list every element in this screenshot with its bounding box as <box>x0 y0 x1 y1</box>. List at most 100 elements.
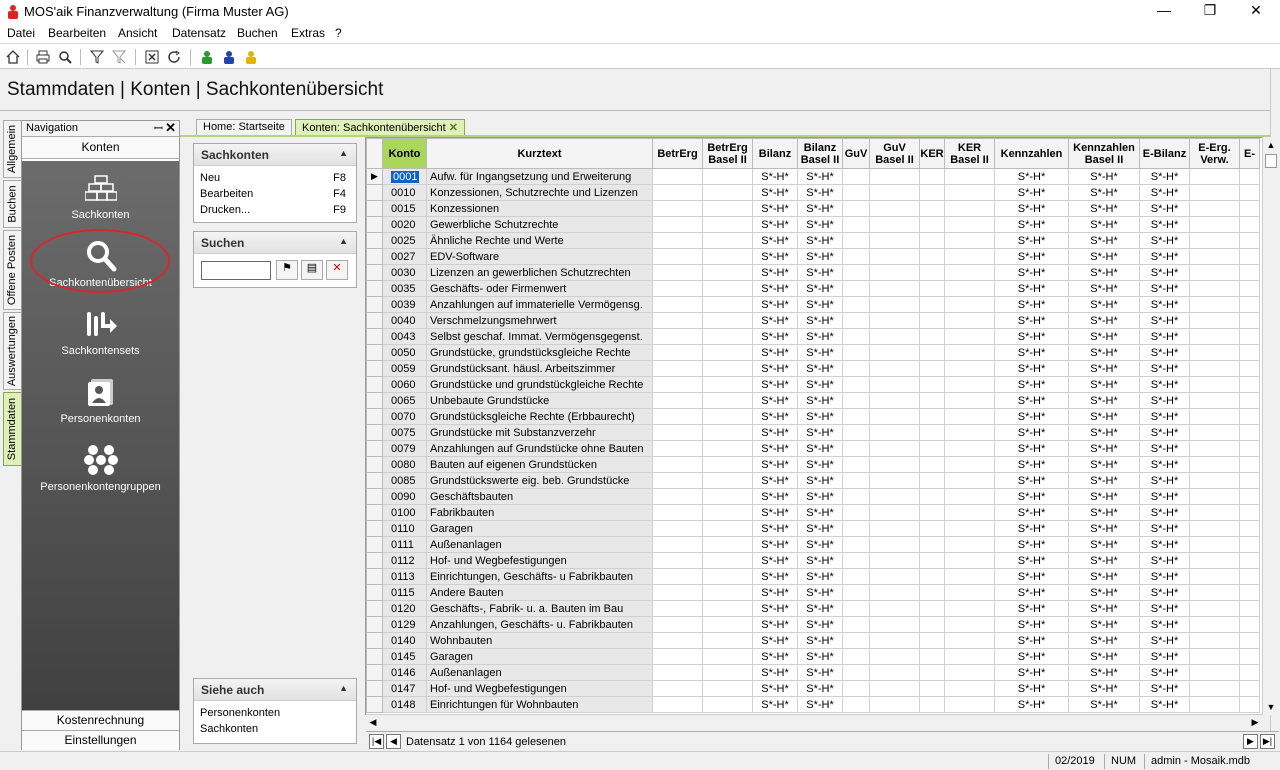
column-header[interactable]: Konto <box>382 138 427 169</box>
cell-konto[interactable]: 0050 <box>382 344 427 361</box>
filter-icon[interactable] <box>88 48 106 66</box>
cell-empty[interactable] <box>869 680 920 697</box>
vtab-allgemein[interactable]: Allgemein <box>3 120 22 178</box>
cell-empty[interactable] <box>944 280 995 297</box>
row-indicator[interactable] <box>366 184 383 201</box>
row-indicator[interactable] <box>366 344 383 361</box>
cell-flag[interactable]: S*-H* <box>752 360 798 377</box>
cell-empty[interactable] <box>1189 488 1240 505</box>
cell-flag[interactable]: S*-H* <box>752 200 798 217</box>
cell-konto[interactable]: 0060 <box>382 376 427 393</box>
cell-empty[interactable] <box>652 312 703 329</box>
cell-flag[interactable]: S*-H* <box>1139 168 1190 185</box>
cell-flag[interactable]: S*-H* <box>994 296 1069 313</box>
cell-flag[interactable]: S*-H* <box>797 360 843 377</box>
column-header[interactable]: Bilanz Basel II <box>797 138 843 169</box>
next-record-icon[interactable]: ▶ <box>1243 734 1258 749</box>
cell-empty[interactable] <box>944 696 995 713</box>
cell-empty[interactable] <box>652 568 703 585</box>
cell-empty[interactable] <box>1239 264 1260 281</box>
cell-empty[interactable] <box>919 408 945 425</box>
cell-empty[interactable] <box>1189 664 1240 681</box>
cell-flag[interactable]: S*-H* <box>797 424 843 441</box>
cell-flag[interactable]: S*-H* <box>1139 184 1190 201</box>
row-indicator[interactable] <box>366 360 383 377</box>
cell-empty[interactable] <box>842 648 870 665</box>
cell-empty[interactable] <box>869 232 920 249</box>
column-header[interactable]: BetrErg Basel II <box>702 138 753 169</box>
cell-empty[interactable] <box>919 616 945 633</box>
cell-flag[interactable]: S*-H* <box>1139 232 1190 249</box>
cell-empty[interactable] <box>652 504 703 521</box>
cell-flag[interactable]: S*-H* <box>1068 360 1140 377</box>
cell-empty[interactable] <box>1239 216 1260 233</box>
cell-flag[interactable]: S*-H* <box>797 232 843 249</box>
cell-empty[interactable] <box>652 392 703 409</box>
row-indicator[interactable] <box>366 600 383 617</box>
cell-flag[interactable]: S*-H* <box>752 328 798 345</box>
cell-empty[interactable] <box>652 280 703 297</box>
search-clear-icon[interactable]: ✕ <box>326 260 348 280</box>
refresh-icon[interactable] <box>165 48 183 66</box>
cell-flag[interactable]: S*-H* <box>994 440 1069 457</box>
scroll-up-icon[interactable]: ▲ <box>1263 137 1279 153</box>
cell-konto[interactable]: 0015 <box>382 200 427 217</box>
cell-empty[interactable] <box>842 488 870 505</box>
cell-empty[interactable] <box>702 312 753 329</box>
cell-flag[interactable]: S*-H* <box>994 648 1069 665</box>
cell-empty[interactable] <box>869 376 920 393</box>
column-header[interactable]: KER <box>919 138 945 169</box>
preview-icon[interactable] <box>56 48 74 66</box>
cell-empty[interactable] <box>702 232 753 249</box>
row-indicator[interactable] <box>366 568 383 585</box>
vtab-offene-posten[interactable]: Offene Posten <box>3 230 22 310</box>
cell-empty[interactable] <box>944 408 995 425</box>
cell-flag[interactable]: S*-H* <box>1139 200 1190 217</box>
cell-empty[interactable] <box>919 168 945 185</box>
cell-flag[interactable]: S*-H* <box>752 664 798 681</box>
cell-empty[interactable] <box>869 600 920 617</box>
cell-empty[interactable] <box>919 504 945 521</box>
cell-flag[interactable]: S*-H* <box>994 568 1069 585</box>
cell-empty[interactable] <box>1239 504 1260 521</box>
cell-flag[interactable]: S*-H* <box>1068 520 1140 537</box>
cell-empty[interactable] <box>702 600 753 617</box>
cell-flag[interactable]: S*-H* <box>1139 472 1190 489</box>
cell-flag[interactable]: S*-H* <box>1139 344 1190 361</box>
cell-empty[interactable] <box>1189 328 1240 345</box>
cell-empty[interactable] <box>842 376 870 393</box>
cell-flag[interactable]: S*-H* <box>1139 648 1190 665</box>
scroll-right-icon[interactable]: ▶ <box>1248 715 1262 730</box>
cell-konto[interactable]: 0100 <box>382 504 427 521</box>
cell-konto[interactable]: 0111 <box>382 536 427 553</box>
cell-empty[interactable] <box>919 472 945 489</box>
cell-empty[interactable] <box>869 392 920 409</box>
cell-empty[interactable] <box>1189 600 1240 617</box>
cell-empty[interactable] <box>919 456 945 473</box>
cell-flag[interactable]: S*-H* <box>1068 568 1140 585</box>
menu-datensatz[interactable]: Datensatz <box>172 26 226 40</box>
column-header[interactable]: KER Basel II <box>944 138 995 169</box>
cell-empty[interactable] <box>1189 392 1240 409</box>
cell-empty[interactable] <box>869 552 920 569</box>
cell-empty[interactable] <box>842 344 870 361</box>
cell-kurztext[interactable]: Ähnliche Rechte und Werte <box>426 232 653 249</box>
cell-empty[interactable] <box>842 504 870 521</box>
search-input[interactable] <box>201 261 271 280</box>
row-indicator[interactable] <box>366 280 383 297</box>
cell-empty[interactable] <box>1189 168 1240 185</box>
cell-empty[interactable] <box>869 408 920 425</box>
cell-empty[interactable] <box>869 328 920 345</box>
cell-empty[interactable] <box>944 232 995 249</box>
cell-empty[interactable] <box>919 328 945 345</box>
cell-empty[interactable] <box>869 360 920 377</box>
cell-flag[interactable]: S*-H* <box>994 696 1069 713</box>
cell-empty[interactable] <box>1239 568 1260 585</box>
cell-empty[interactable] <box>1189 520 1240 537</box>
cell-flag[interactable]: S*-H* <box>994 248 1069 265</box>
cell-empty[interactable] <box>944 200 995 217</box>
cell-empty[interactable] <box>944 344 995 361</box>
cell-empty[interactable] <box>1239 424 1260 441</box>
cell-flag[interactable]: S*-H* <box>1139 392 1190 409</box>
table-row[interactable]: 0075 Grundstücke mit Substanzverzehr S*-H*… <box>366 424 1260 441</box>
